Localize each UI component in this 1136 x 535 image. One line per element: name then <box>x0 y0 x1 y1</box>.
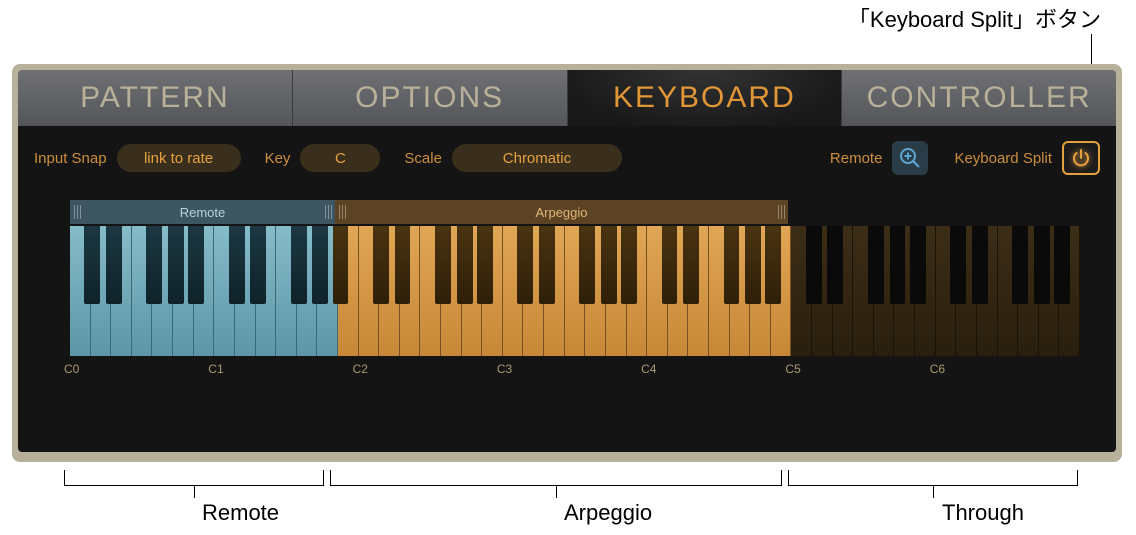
callout-keyboard-split: 「Keyboard Split」ボタン <box>848 2 1101 34</box>
black-key[interactable] <box>312 226 328 304</box>
black-key[interactable] <box>1012 226 1028 304</box>
black-key[interactable] <box>621 226 637 304</box>
black-key[interactable] <box>950 226 966 304</box>
bracket-through <box>788 470 1078 486</box>
remote-zoom-button[interactable] <box>892 141 928 175</box>
zone-bar: Remote Arpeggio <box>70 200 1080 224</box>
black-key[interactable] <box>745 226 761 304</box>
callout-arpeggio: Arpeggio <box>564 500 652 526</box>
black-key[interactable] <box>457 226 473 304</box>
octave <box>503 226 647 356</box>
bracket-remote <box>64 470 324 486</box>
black-key[interactable] <box>827 226 843 304</box>
octave <box>936 226 1080 356</box>
scale-menu[interactable]: Chromatic <box>452 144 622 172</box>
black-key[interactable] <box>1054 226 1070 304</box>
black-key[interactable] <box>765 226 781 304</box>
black-key[interactable] <box>106 226 122 304</box>
black-key[interactable] <box>539 226 555 304</box>
tab-keyboard[interactable]: KEYBOARD <box>568 70 843 126</box>
tab-options[interactable]: OPTIONS <box>293 70 568 126</box>
zone-arpeggio-label: Arpeggio <box>535 205 587 220</box>
black-key[interactable] <box>250 226 266 304</box>
remote-label: Remote <box>830 150 883 167</box>
black-key[interactable] <box>168 226 184 304</box>
callouts-bottom: Remote Arpeggio Through <box>12 462 1122 532</box>
key-label: Key <box>265 150 291 167</box>
black-key[interactable] <box>890 226 906 304</box>
zoom-plus-icon <box>899 147 921 169</box>
octave <box>359 226 503 356</box>
octave <box>647 226 791 356</box>
black-key[interactable] <box>662 226 678 304</box>
black-key[interactable] <box>333 226 349 304</box>
black-key[interactable] <box>291 226 307 304</box>
zone-remote[interactable]: Remote <box>70 200 335 224</box>
octave <box>70 226 214 356</box>
black-key[interactable] <box>435 226 451 304</box>
black-key[interactable] <box>1034 226 1050 304</box>
zone-remote-handle-left[interactable] <box>72 200 82 224</box>
black-key[interactable] <box>579 226 595 304</box>
octave <box>791 226 935 356</box>
black-key[interactable] <box>724 226 740 304</box>
note-label: C4 <box>641 362 656 376</box>
zone-remote-handle-right[interactable] <box>323 200 333 224</box>
black-key[interactable] <box>146 226 162 304</box>
note-label: C6 <box>930 362 945 376</box>
keyboard-split-button[interactable] <box>1062 141 1100 175</box>
note-label: C3 <box>497 362 512 376</box>
note-label: C0 <box>64 362 79 376</box>
note-label: C2 <box>353 362 368 376</box>
zone-arpeggio-handle-right[interactable] <box>776 200 786 224</box>
black-key[interactable] <box>910 226 926 304</box>
arpeggiator-panel: PATTERN OPTIONS KEYBOARD CONTROLLER Inpu… <box>12 64 1122 462</box>
scale-label: Scale <box>404 150 442 167</box>
black-key[interactable] <box>373 226 389 304</box>
black-key[interactable] <box>229 226 245 304</box>
black-key[interactable] <box>395 226 411 304</box>
black-key[interactable] <box>84 226 100 304</box>
black-key[interactable] <box>683 226 699 304</box>
note-label: C1 <box>208 362 223 376</box>
zone-arpeggio[interactable]: Arpeggio <box>335 200 788 224</box>
black-key[interactable] <box>517 226 533 304</box>
black-key[interactable] <box>868 226 884 304</box>
callout-remote: Remote <box>202 500 279 526</box>
black-key[interactable] <box>188 226 204 304</box>
input-snap-label: Input Snap <box>34 150 107 167</box>
zone-remote-label: Remote <box>180 205 226 220</box>
controls-row: Input Snap link to rate Key C Scale Chro… <box>34 140 1100 176</box>
octave <box>214 226 358 356</box>
note-label: C5 <box>785 362 800 376</box>
key-menu[interactable]: C <box>300 144 380 172</box>
input-snap-menu[interactable]: link to rate <box>117 144 241 172</box>
black-key[interactable] <box>601 226 617 304</box>
keyboard-split-label: Keyboard Split <box>954 150 1052 167</box>
power-icon <box>1071 148 1091 168</box>
tab-pattern[interactable]: PATTERN <box>18 70 293 126</box>
keyboard-display[interactable] <box>70 226 1080 356</box>
black-key[interactable] <box>477 226 493 304</box>
tab-controller[interactable]: CONTROLLER <box>842 70 1116 126</box>
zone-arpeggio-handle-left[interactable] <box>337 200 347 224</box>
keyboard-tab-content: Input Snap link to rate Key C Scale Chro… <box>18 126 1116 452</box>
black-key[interactable] <box>806 226 822 304</box>
callout-through: Through <box>942 500 1024 526</box>
tab-bar: PATTERN OPTIONS KEYBOARD CONTROLLER <box>18 70 1116 126</box>
bracket-arpeggio <box>330 470 782 486</box>
black-key[interactable] <box>972 226 988 304</box>
